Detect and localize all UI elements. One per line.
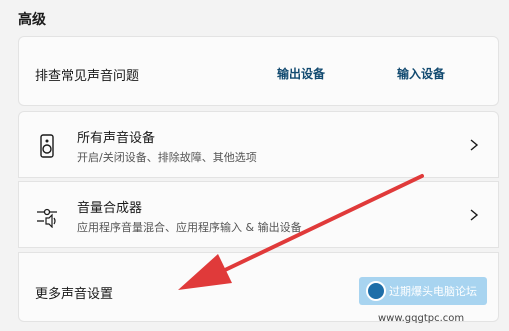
chevron-right-icon	[470, 209, 479, 221]
section-title: 高级	[18, 12, 46, 28]
output-devices-link[interactable]: 输出设备	[277, 65, 325, 82]
more-sound-settings-label: 更多声音设置	[35, 287, 114, 302]
troubleshoot-card: 排查常见声音问题 输出设备 输入设备	[18, 36, 499, 106]
watermark-badge: 过期爆头电脑论坛	[359, 277, 487, 305]
troubleshoot-label: 排查常见声音问题	[35, 69, 140, 84]
chevron-right-icon	[470, 139, 479, 151]
watermark-url: www.gqgtpc.com	[378, 313, 465, 324]
row-title: 音量合成器	[77, 201, 143, 216]
input-devices-link[interactable]: 输入设备	[397, 65, 445, 82]
row-title: 所有声音设备	[77, 131, 156, 146]
all-sound-devices-row[interactable]: 所有声音设备 开启/关闭设备、排除故障、其他选项	[18, 111, 499, 178]
speaker-icon	[40, 134, 54, 158]
volume-mixer-row[interactable]: 音量合成器 应用程序音量混合、应用程序输入 & 输出设备	[18, 181, 499, 248]
watermark-logo-icon	[366, 281, 386, 301]
watermark-text: 过期爆头电脑论坛	[389, 285, 477, 298]
row-subtitle: 开启/关闭设备、排除故障、其他选项	[77, 151, 257, 164]
volume-mixer-icon	[37, 208, 57, 228]
row-subtitle: 应用程序音量混合、应用程序输入 & 输出设备	[77, 221, 302, 234]
